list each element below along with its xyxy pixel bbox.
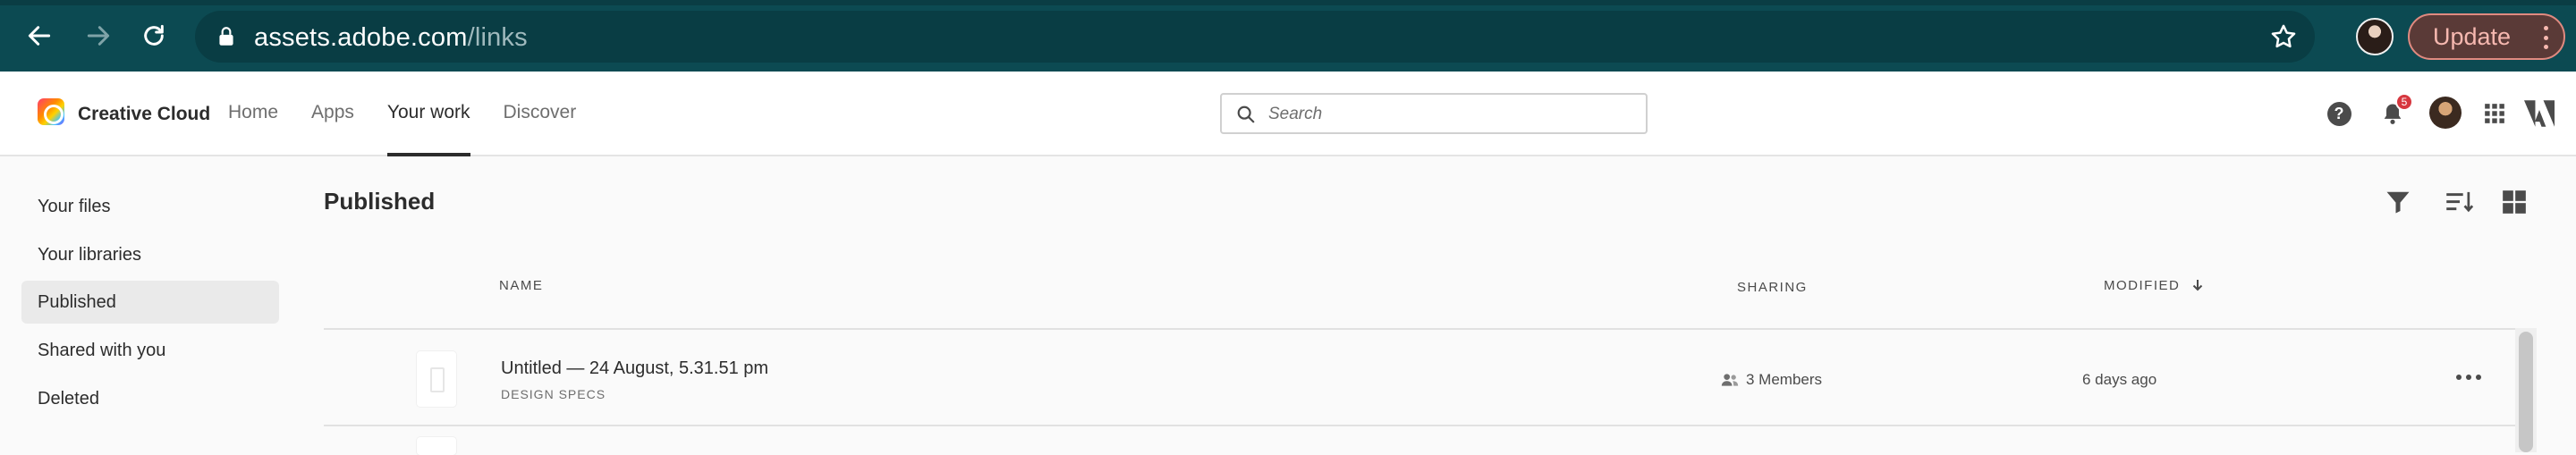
file-type: DESIGN SPECS — [501, 387, 606, 401]
apps-grid-icon — [2485, 104, 2504, 123]
filter-icon — [2386, 191, 2410, 214]
more-actions-button[interactable] — [2453, 364, 2485, 391]
sidebar-item-deleted[interactable]: Deleted — [21, 377, 279, 420]
browser-profile-avatar[interactable] — [2356, 18, 2394, 55]
column-header-sharing[interactable]: SHARING — [1737, 280, 1808, 295]
file-thumbnail — [417, 437, 456, 455]
tab-strip — [0, 0, 2576, 5]
more-icon — [2456, 375, 2462, 380]
app-header: Creative Cloud Home Apps Your work Disco… — [0, 72, 2576, 156]
search-icon — [1237, 105, 1255, 123]
tab-your-work[interactable]: Your work — [386, 102, 470, 156]
sort-button[interactable] — [2443, 185, 2477, 219]
notification-badge: 5 — [2395, 93, 2413, 111]
creative-cloud-logo-icon[interactable] — [38, 98, 64, 125]
update-button[interactable]: Update — [2408, 13, 2565, 60]
scrollbar-thumb[interactable] — [2519, 332, 2533, 452]
url-domain: assets.adobe.com — [254, 23, 468, 52]
grid-view-icon — [2503, 190, 2526, 214]
sidebar-item-shared-with-you[interactable]: Shared with you — [21, 329, 279, 372]
sidebar: Your files Your libraries Published Shar… — [0, 158, 295, 452]
tab-discover[interactable]: Discover — [504, 102, 577, 155]
reload-button[interactable] — [134, 16, 174, 55]
sidebar-item-your-libraries[interactable]: Your libraries — [21, 233, 279, 276]
search-box[interactable] — [1220, 93, 1648, 134]
lock-icon — [219, 27, 233, 46]
help-button[interactable]: ? — [2324, 98, 2354, 129]
main-content: Published NAME SHARING MODIFIED Untitled… — [324, 158, 2576, 455]
column-header-modified[interactable]: MODIFIED — [2104, 278, 2205, 293]
url-text: assets.adobe.com/links — [254, 23, 528, 53]
modified-date: 6 days ago — [2082, 371, 2157, 388]
file-thumbnail — [417, 351, 456, 407]
browser-toolbar: assets.adobe.com/links Update — [0, 0, 2576, 72]
scrollbar[interactable] — [2515, 328, 2537, 452]
sort-arrow-down-icon — [2192, 280, 2203, 291]
apps-switcher-button[interactable] — [2479, 98, 2510, 129]
sharing-members: 3 Members — [1746, 371, 1823, 388]
help-icon: ? — [2326, 101, 2351, 126]
top-nav: Home Apps Your work Discover — [228, 102, 609, 156]
back-icon — [28, 26, 51, 46]
brand-name[interactable]: Creative Cloud — [78, 104, 210, 125]
table-row[interactable]: Untitled — 24 August, 5.31.51 pm DESIGN … — [324, 328, 2515, 426]
members-icon — [1721, 374, 1739, 386]
sidebar-item-your-files[interactable]: Your files — [21, 185, 279, 228]
address-bar[interactable]: assets.adobe.com/links — [195, 11, 2315, 63]
user-avatar[interactable] — [2429, 97, 2462, 129]
tab-home[interactable]: Home — [228, 102, 278, 155]
sidebar-item-published[interactable]: Published — [21, 281, 279, 324]
column-header-name[interactable]: NAME — [499, 278, 543, 293]
tab-apps[interactable]: Apps — [311, 102, 354, 155]
update-label: Update — [2433, 22, 2512, 50]
grid-view-button[interactable] — [2497, 185, 2531, 219]
reload-icon — [144, 24, 164, 46]
search-input[interactable] — [1268, 103, 1626, 126]
page-title: Published — [324, 188, 436, 215]
forward-icon — [87, 26, 110, 46]
browser-menu-icon — [2544, 26, 2549, 49]
back-button[interactable] — [20, 16, 59, 55]
adobe-logo-button[interactable] — [2524, 98, 2555, 129]
column-header-modified-label: MODIFIED — [2104, 278, 2181, 293]
star-icon[interactable] — [2268, 21, 2299, 52]
filter-button[interactable] — [2381, 185, 2415, 219]
sharing-status: 3 Members — [1721, 371, 1822, 389]
url-path: /links — [467, 23, 528, 52]
sort-icon — [2446, 191, 2474, 213]
adobe-logo-icon — [2524, 100, 2555, 127]
forward-button[interactable] — [79, 16, 118, 55]
notifications-button[interactable]: 5 — [2377, 93, 2413, 129]
table-row[interactable] — [324, 428, 2515, 455]
file-name[interactable]: Untitled — 24 August, 5.31.51 pm — [501, 358, 768, 379]
